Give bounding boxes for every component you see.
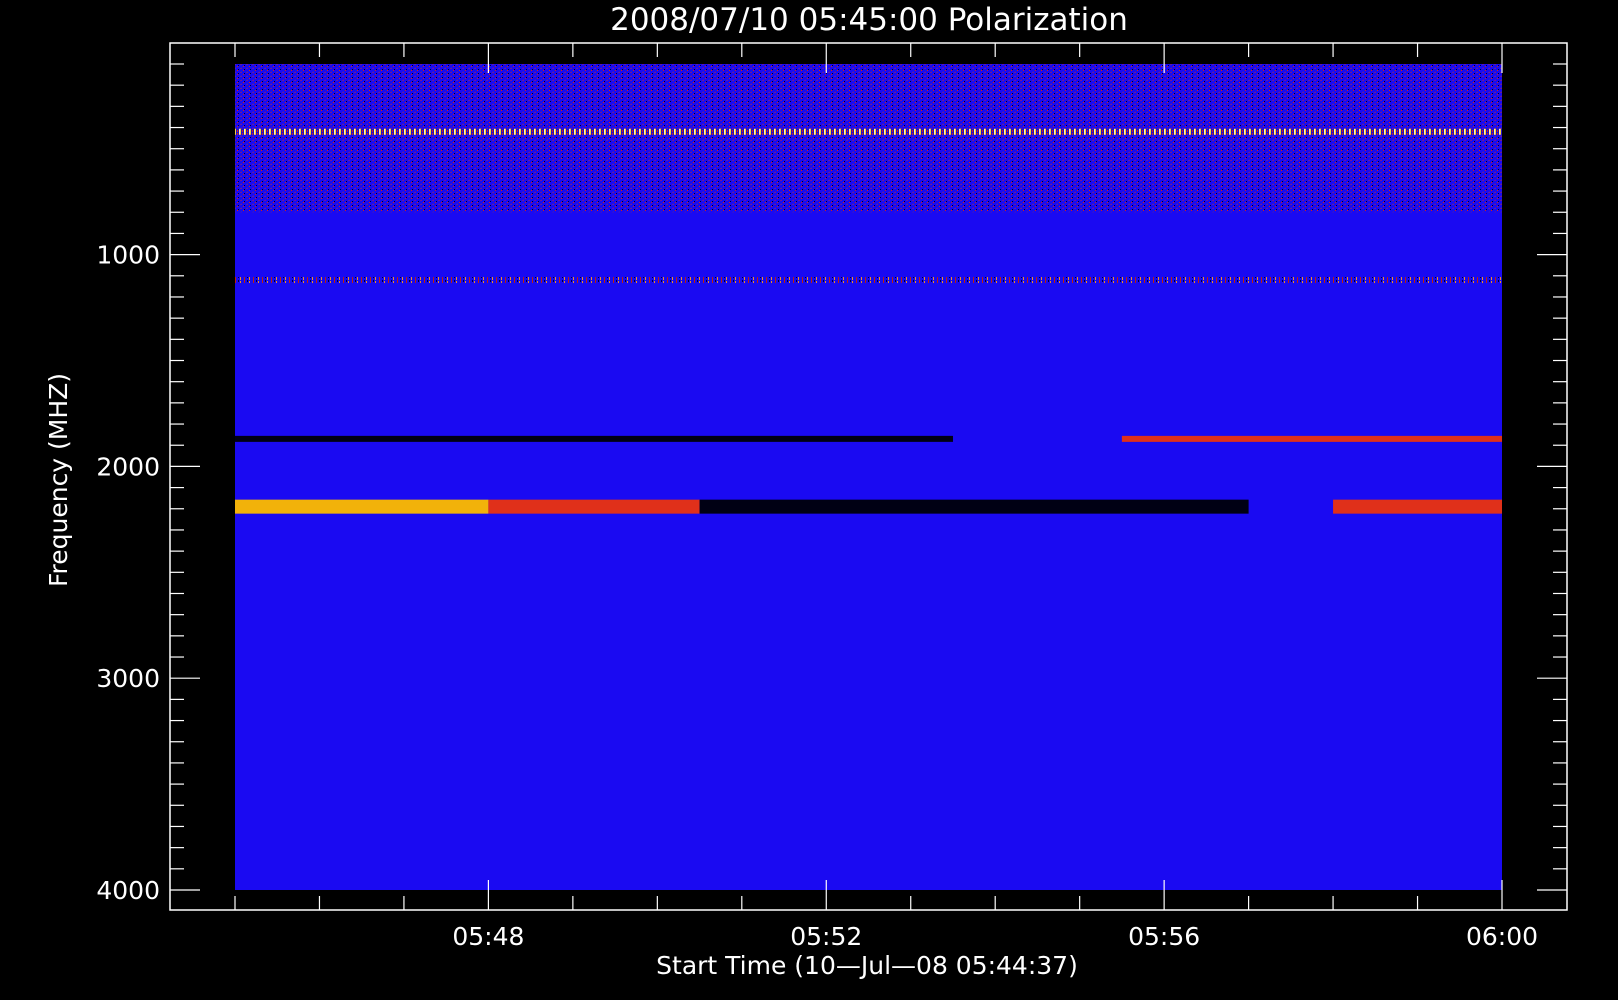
line-1870-dark	[235, 435, 953, 442]
x-tick-label: 05:56	[1128, 922, 1200, 951]
band-2190-red-late	[1333, 499, 1502, 514]
y-tick-label: 1000	[96, 241, 160, 270]
y-tick-label: 2000	[96, 452, 160, 481]
x-axis-label: Start Time (10—Jul—08 05:44:37)	[656, 951, 1078, 980]
x-tick-label: 06:00	[1466, 922, 1538, 951]
rfi-band-400	[235, 128, 1502, 135]
y-tick-label: 4000	[96, 876, 160, 905]
x-tick-label: 05:48	[452, 922, 524, 951]
y-axis-label: Frequency (MHZ)	[44, 373, 73, 587]
band-2190-red	[488, 499, 700, 514]
chart-title: 2008/07/10 05:45:00 Polarization	[610, 2, 1128, 38]
rfi-band-1120	[235, 277, 1502, 284]
line-1870-red	[1121, 435, 1502, 442]
spectrogram-chart: 2008/07/10 05:45:00 Polarization 1000 200…	[0, 0, 1618, 1000]
y-tick-label: 3000	[96, 664, 160, 693]
heatmap-field	[235, 64, 1502, 890]
rfi-band-high-noise	[235, 64, 1502, 213]
x-tick-label: 05:52	[790, 922, 862, 951]
band-2190-dark	[699, 499, 1249, 514]
band-2190-yellow	[235, 499, 489, 514]
